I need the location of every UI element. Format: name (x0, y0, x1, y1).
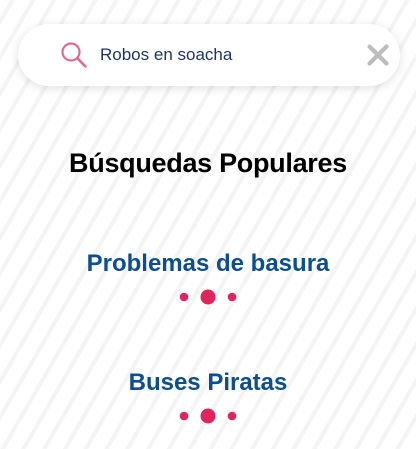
popular-search-item[interactable]: Problemas de basura (0, 249, 416, 306)
popular-search-label: Buses Piratas (128, 369, 288, 396)
popular-searches-heading: Búsquedas Populares (69, 148, 347, 178)
dots-separator-icon (179, 289, 237, 305)
search-bar[interactable] (18, 24, 400, 86)
search-input[interactable] (100, 44, 340, 66)
search-icon (61, 42, 87, 68)
popular-search-label: Problemas de basura (86, 250, 330, 277)
dots-separator-icon (179, 408, 237, 424)
popular-search-item[interactable]: Buses Piratas (0, 368, 416, 425)
close-icon[interactable] (366, 43, 390, 67)
